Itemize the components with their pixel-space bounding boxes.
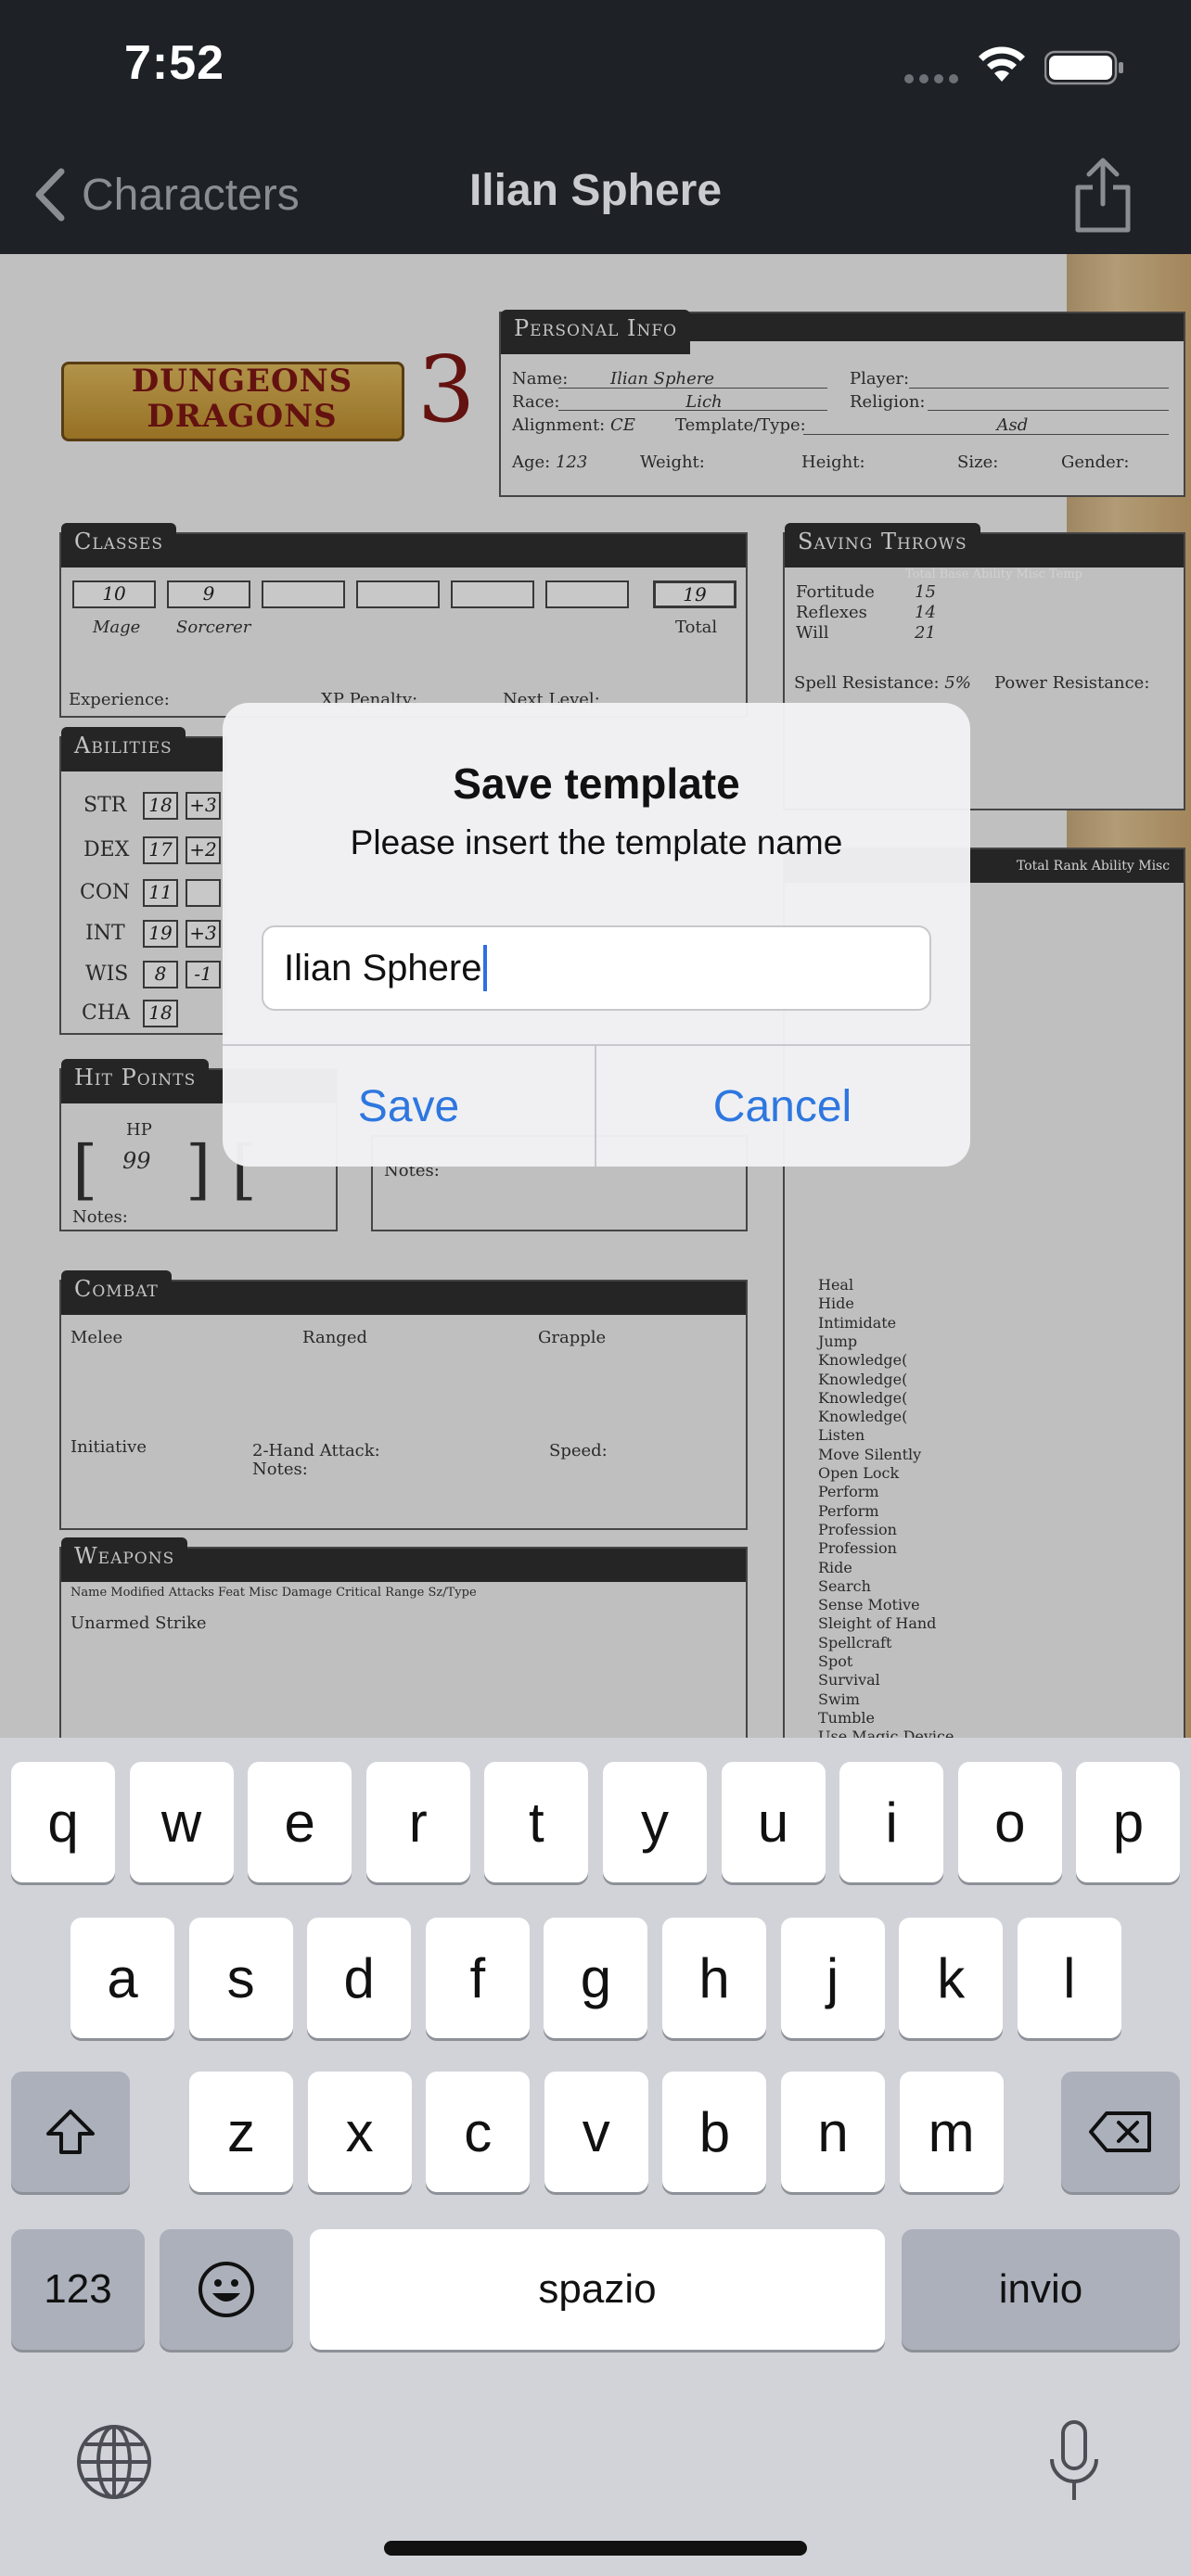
globe-icon[interactable] (74, 2422, 154, 2502)
status-bar: 7:52 (0, 0, 1191, 139)
return-key[interactable]: invio (902, 2229, 1180, 2350)
key-h[interactable]: h (662, 1918, 766, 2038)
share-icon[interactable] (1070, 156, 1135, 236)
key-o[interactable]: o (957, 1762, 1062, 1882)
key-r[interactable]: r (365, 1762, 470, 1882)
template-name-input[interactable]: Ilian Sphere (262, 925, 931, 1011)
space-key[interactable]: spazio (310, 2229, 885, 2350)
shift-key[interactable] (11, 2072, 130, 2192)
text-cursor (483, 945, 488, 991)
key-g[interactable]: g (544, 1918, 648, 2038)
template-name-value: Ilian Sphere (284, 947, 482, 988)
backspace-icon (1089, 2111, 1151, 2152)
key-l[interactable]: l (1017, 1918, 1121, 2038)
keyboard: qwertyuiop asdfghjkl zxcvbnm 123 spazio … (0, 1738, 1191, 2576)
navigation-bar: Characters Ilian Sphere (0, 139, 1191, 254)
numbers-key[interactable]: 123 (11, 2229, 145, 2350)
emoji-key[interactable] (160, 2229, 293, 2350)
key-w[interactable]: w (129, 1762, 234, 1882)
save-template-dialog: Save template Please insert the template… (223, 703, 970, 1167)
dialog-message: Please insert the template name (350, 823, 843, 861)
key-c[interactable]: c (426, 2072, 531, 2192)
key-n[interactable]: n (781, 2072, 885, 2192)
emoji-icon (198, 2262, 254, 2317)
key-d[interactable]: d (307, 1918, 412, 2038)
key-e[interactable]: e (248, 1762, 352, 1882)
key-p[interactable]: p (1076, 1762, 1181, 1882)
key-x[interactable]: x (307, 2072, 412, 2192)
microphone-icon[interactable] (1044, 2418, 1104, 2506)
key-z[interactable]: z (189, 2072, 293, 2192)
cancel-button[interactable]: Cancel (596, 1046, 968, 1167)
save-button[interactable]: Save (223, 1046, 595, 1167)
shift-icon (46, 2110, 95, 2154)
key-b[interactable]: b (662, 2072, 767, 2192)
key-j[interactable]: j (780, 1918, 885, 2038)
key-f[interactable]: f (425, 1918, 530, 2038)
key-s[interactable]: s (188, 1918, 293, 2038)
cellular-signal-icon (904, 74, 958, 83)
key-q[interactable]: q (11, 1762, 115, 1882)
status-time: 7:52 (124, 36, 225, 90)
dialog-title: Save template (453, 759, 740, 808)
key-i[interactable]: i (839, 1762, 944, 1882)
key-k[interactable]: k (899, 1918, 1004, 2038)
key-t[interactable]: t (484, 1762, 589, 1882)
key-v[interactable]: v (544, 2072, 648, 2192)
page-title: Ilian Sphere (468, 166, 723, 215)
home-indicator (384, 2541, 807, 2556)
key-a[interactable]: a (70, 1918, 174, 2038)
key-u[interactable]: u (721, 1762, 826, 1882)
wifi-icon (979, 46, 1025, 82)
key-m[interactable]: m (899, 2072, 1004, 2192)
battery-icon (1044, 50, 1123, 85)
delete-key[interactable] (1061, 2072, 1180, 2192)
key-y[interactable]: y (603, 1762, 707, 1882)
